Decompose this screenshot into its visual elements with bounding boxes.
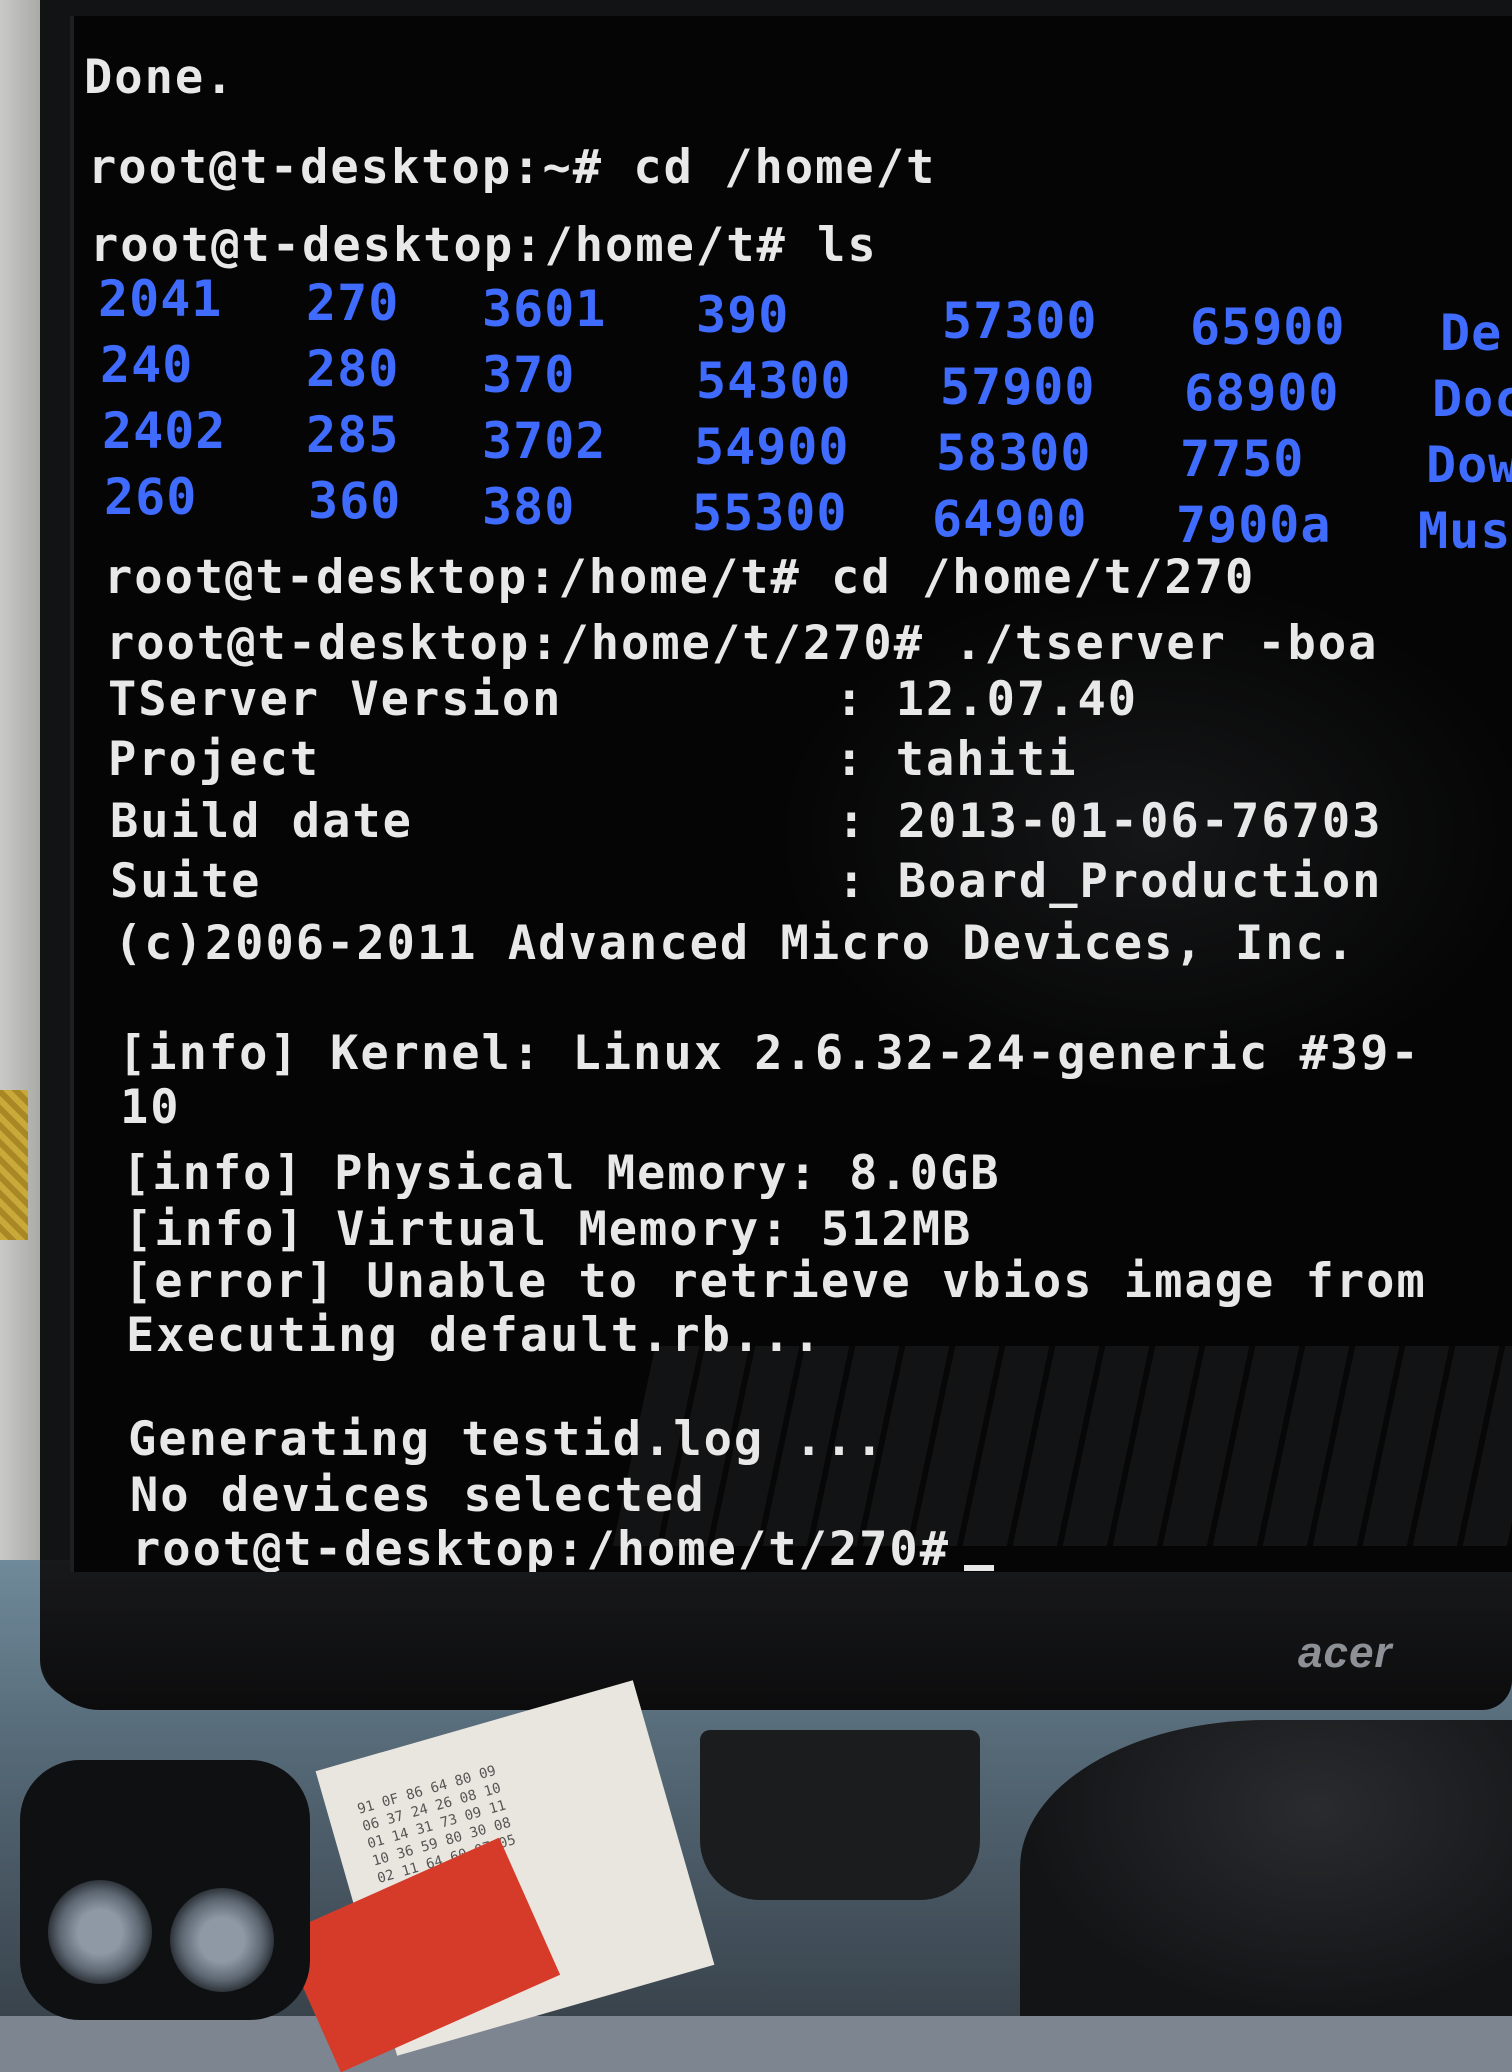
terminal-line: (c)2006-2011 Advanced Micro Devices, Inc… [114,916,1357,971]
ls-entry: Mus [1418,502,1512,560]
ls-entry: 54900 [694,418,850,476]
terminal-line: [error] Unable to retrieve vbios image f… [124,1254,1427,1309]
ls-entry: 3601 [482,280,607,338]
ls-entry: 55300 [692,484,848,542]
ls-entry: 370 [482,346,576,404]
ls-entry: 260 [104,468,198,526]
terminal-line: No devices selected [130,1468,706,1523]
terminal-screen[interactable]: Done. root@t-desktop:~# cd /home/t root@… [70,16,1512,1572]
ls-entry: 240 [100,336,194,394]
shaver-head [170,1888,274,1992]
ls-entry: 64900 [932,490,1088,548]
terminal-line: root@t-desktop:/home/t/270# ./tserver -b… [106,616,1379,671]
monitor-brand-logo: acer [1298,1628,1393,1677]
electric-shaver [20,1760,310,2020]
gold-tinsel-decoration [0,1090,28,1240]
prompt-text: root@t-desktop:/home/t/270# [132,1522,951,1572]
ls-entry: 7900a [1176,496,1332,554]
terminal-line: [info] Virtual Memory: 512MB [124,1202,973,1257]
terminal-line: Project : tahiti [108,732,1078,787]
terminal-line: Generating testid.log ... [128,1412,886,1467]
ls-entry: Doc [1432,370,1512,428]
terminal-line: 10 [120,1080,181,1135]
terminal-line: TServer Version : 12.07.40 [108,672,1139,727]
shaver-head [48,1880,152,1984]
ls-entry: 2402 [102,402,227,460]
ls-entry: 57300 [942,292,1098,350]
ls-entry: 58300 [936,424,1092,482]
ls-entry: 390 [696,286,790,344]
ls-entry: Dow [1426,436,1512,494]
ls-entry: 2041 [98,270,223,328]
ls-entry: 380 [482,478,576,536]
ls-entry: 280 [306,340,400,398]
terminal-prompt[interactable]: root@t-desktop:/home/t/270# [132,1526,995,1572]
terminal-line: Suite : Board_Production [110,854,1383,909]
ls-entry: 68900 [1184,364,1340,422]
ls-entry: 285 [306,406,400,464]
cup [700,1730,980,1900]
monitor-stand [1020,1720,1512,2016]
ls-entry: 3702 [482,412,607,470]
ls-entry: 7750 [1180,430,1305,488]
ls-entry: 360 [308,472,402,530]
terminal-line: Build date : 2013-01-06-76703 [110,794,1383,849]
terminal-line: [info] Physical Memory: 8.0GB [122,1146,1001,1201]
text-cursor [964,1565,995,1571]
ls-entry: De [1440,304,1503,362]
terminal-line: Executing default.rb... [126,1308,823,1363]
ls-entry: 270 [306,274,400,332]
ls-entry: 65900 [1190,298,1346,356]
ls-entry: 57900 [940,358,1096,416]
monitor-chin [40,1560,1512,1710]
terminal-line: [info] Kernel: Linux 2.6.32-24-generic #… [118,1026,1421,1081]
terminal-line: root@t-desktop:/home/t# cd /home/t/270 [104,550,1256,605]
ls-entry: 54300 [696,352,852,410]
